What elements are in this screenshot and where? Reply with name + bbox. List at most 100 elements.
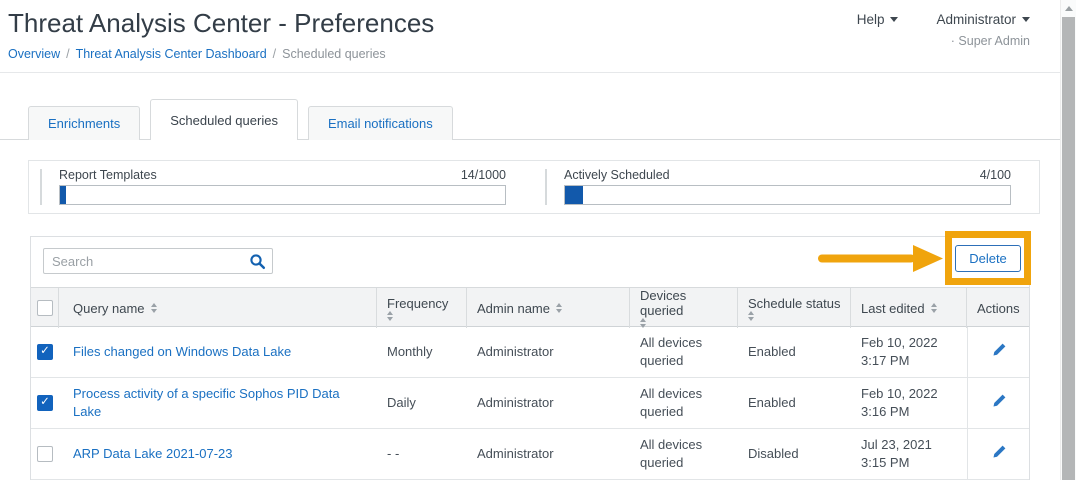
triangle-down-icon [387, 317, 393, 321]
schedule-status-cell-text: Disabled [748, 445, 799, 463]
column-header-query-name[interactable]: Query name [59, 288, 377, 328]
column-header-last-edited[interactable]: Last edited [851, 288, 967, 328]
header-right: Help Administrator · Super Admin [857, 12, 1030, 48]
breadcrumb: Overview / Threat Analysis Center Dashboar… [8, 47, 386, 61]
schedule-status-cell: Enabled [738, 327, 851, 377]
chevron-down-icon [1022, 17, 1030, 22]
frequency-cell: - - [377, 429, 467, 479]
pencil-icon [992, 444, 1007, 464]
column-label: Schedule status [748, 296, 841, 311]
scrollbar[interactable] [1060, 0, 1076, 480]
row-checkbox[interactable] [37, 395, 53, 411]
query-name-cell: Files changed on Windows Data Lake [59, 327, 377, 377]
triangle-up-icon [748, 311, 754, 315]
row-checkbox[interactable] [37, 344, 53, 360]
tab-enrichments[interactable]: Enrichments [28, 106, 140, 140]
schedule-status-cell: Enabled [738, 378, 851, 428]
triangle-up-icon [931, 303, 937, 307]
table-row: Process activity of a specific Sophos PI… [31, 378, 1029, 429]
column-label: Query name [73, 301, 145, 316]
user-menu[interactable]: Administrator [936, 12, 1030, 27]
quota-header: Report Templates14/1000 [59, 168, 506, 182]
column-header-schedule-status[interactable]: Schedule status [738, 288, 851, 328]
quota-label: Actively Scheduled [564, 168, 670, 182]
quota-label: Report Templates [59, 168, 157, 182]
breadcrumb-item-overview[interactable]: Overview [8, 47, 60, 61]
query-name-link[interactable]: Process activity of a specific Sophos PI… [73, 385, 369, 420]
sort-icon [387, 311, 393, 321]
tab-scheduled-queries[interactable]: Scheduled queries [150, 99, 298, 140]
frequency-cell: Daily [377, 378, 467, 428]
last-edited-cell: Jul 23, 2021 3:15 PM [851, 429, 967, 479]
quota-actively-scheduled: Actively Scheduled 4/100 [534, 161, 1039, 213]
row-checkbox-cell [31, 327, 59, 377]
search-input[interactable] [43, 248, 273, 274]
row-checkbox[interactable] [37, 446, 53, 462]
column-header-devices-queried[interactable]: Devices queried [630, 288, 738, 328]
quota-count: 4/100 [980, 168, 1011, 182]
triangle-up-icon [387, 311, 393, 315]
table-body: Files changed on Windows Data Lake Monthl… [31, 327, 1029, 480]
column-header-frequency[interactable]: Frequency [377, 288, 467, 328]
breadcrumb-item-threat-analysis-center-dashboard[interactable]: Threat Analysis Center Dashboard [76, 47, 267, 61]
frequency-cell-text: Monthly [387, 343, 433, 361]
admin-name-cell: Administrator [467, 378, 630, 428]
quota-fill [60, 186, 66, 204]
quota-card: Report Templates14/1000 Actively Schedule… [28, 160, 1040, 214]
user-role: · Super Admin [936, 34, 1030, 48]
breadcrumb-separator: / [66, 47, 69, 61]
select-all-checkbox-cell [31, 288, 59, 328]
column-label: Frequency [387, 296, 448, 311]
edit-button[interactable] [967, 378, 1029, 428]
frequency-cell-text: Daily [387, 394, 416, 412]
help-menu[interactable]: Help [857, 12, 899, 27]
quota-report-templates: Report Templates14/1000 [29, 161, 534, 213]
column-header-admin-name[interactable]: Admin name [467, 288, 630, 328]
table-row: ARP Data Lake 2021-07-23 - - Administrator… [31, 429, 1029, 480]
delete-button[interactable]: Delete [955, 245, 1021, 272]
schedule-status-cell-text: Enabled [748, 343, 796, 361]
query-name-link[interactable]: ARP Data Lake 2021-07-23 [73, 445, 232, 463]
tab-email-notifications[interactable]: Email notifications [308, 106, 453, 140]
devices-queried-cell-text: All devices queried [640, 436, 730, 471]
table-row: Files changed on Windows Data Lake Monthl… [31, 327, 1029, 378]
pencil-icon [992, 342, 1007, 362]
tab-bar: Enrichments Scheduled queries Email notifi… [28, 99, 453, 140]
edit-button[interactable] [967, 327, 1029, 377]
page-title: Threat Analysis Center - Preferences [8, 8, 434, 39]
triangle-up-icon [640, 318, 646, 322]
column-label: Actions [977, 301, 1020, 316]
pencil-icon [992, 393, 1007, 413]
sort-icon [748, 311, 754, 321]
quota-fill [565, 186, 583, 204]
triangle-up-icon [151, 303, 157, 307]
search-icon[interactable] [249, 253, 266, 275]
admin-name-cell: Administrator [467, 429, 630, 479]
scroll-up-button[interactable] [1061, 0, 1076, 17]
column-label: Devices queried [640, 288, 731, 318]
last-edited-cell-text: Feb 10, 2022 3:17 PM [861, 334, 959, 369]
devices-queried-cell-text: All devices queried [640, 385, 730, 420]
sort-icon [931, 303, 937, 313]
triangle-down-icon [748, 317, 754, 321]
scrollbar-thumb[interactable] [1062, 17, 1075, 480]
last-edited-cell-text: Jul 23, 2021 3:15 PM [861, 436, 959, 471]
triangle-down-icon [931, 309, 937, 313]
frequency-cell-text: - - [387, 445, 399, 463]
last-edited-cell: Feb 10, 2022 3:17 PM [851, 327, 967, 377]
quota-header: Actively Scheduled 4/100 [564, 168, 1011, 182]
triangle-up-icon [556, 303, 562, 307]
admin-name-cell-text: Administrator [477, 343, 554, 361]
quota-bar [59, 185, 506, 205]
select-all-checkbox[interactable] [37, 300, 53, 316]
admin-name-cell-text: Administrator [477, 445, 554, 463]
edit-button[interactable] [967, 429, 1029, 479]
query-name-cell: Process activity of a specific Sophos PI… [59, 378, 377, 428]
query-name-link[interactable]: Files changed on Windows Data Lake [73, 343, 291, 361]
devices-queried-cell: All devices queried [630, 378, 738, 428]
frequency-cell: Monthly [377, 327, 467, 377]
search-box [43, 248, 273, 274]
devices-queried-cell: All devices queried [630, 327, 738, 377]
query-name-cell: ARP Data Lake 2021-07-23 [59, 429, 377, 479]
table-header: Query name Frequency Admin name Devices que… [31, 287, 1029, 327]
